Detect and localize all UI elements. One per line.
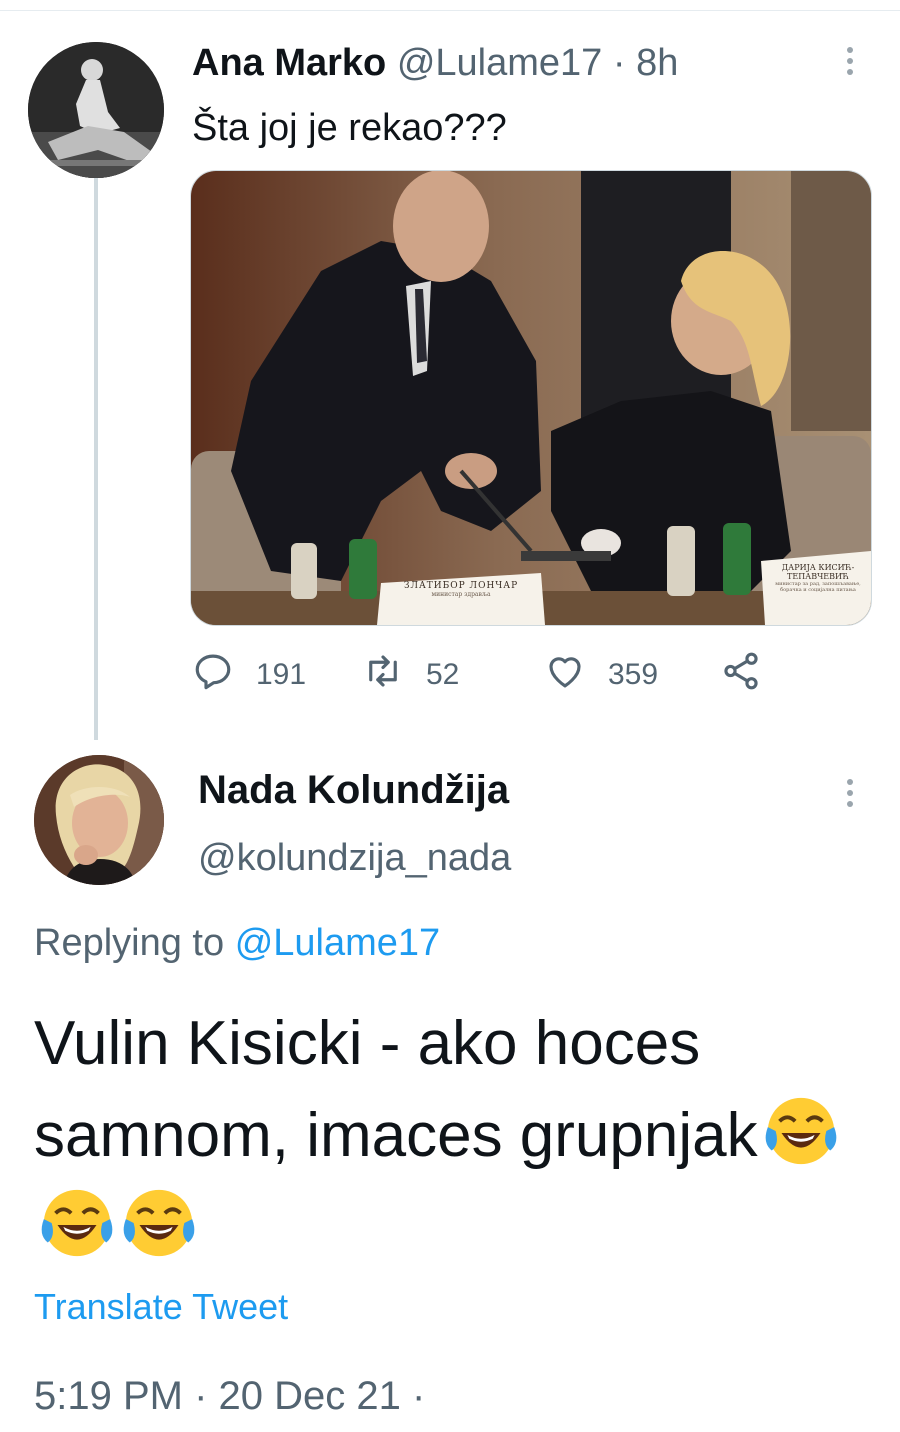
placard-right-name-2: ТЕПАВЧЕВИЋ xyxy=(787,572,849,581)
reply-count: 191 xyxy=(256,658,307,691)
replying-prefix: Replying to xyxy=(34,922,225,964)
share-icon xyxy=(720,650,762,700)
tweet1-time[interactable]: 8h xyxy=(636,42,678,84)
retweet-icon xyxy=(362,650,404,700)
placard-left-name: ЗЛАТИБОР ЛОНЧАР xyxy=(403,581,519,591)
tweet2-timestamp[interactable]: 5:19 PM · 20 Dec 21 · xyxy=(34,1372,425,1420)
top-divider xyxy=(0,10,900,11)
tweet1-photo[interactable]: ЗЛАТИБОР ЛОНЧАР министар здравља ДАРИЈА … xyxy=(190,170,872,626)
replying-to: Replying to @Lulame17 xyxy=(34,918,440,968)
placard-right-title-2: борачка и социјална питања xyxy=(780,587,856,593)
tweet1-header: Ana Marko @Lulame17 · 8h xyxy=(192,40,678,86)
share-button[interactable] xyxy=(720,650,762,700)
tweet2-text-block: Vulin Kisicki - ako hoces samnom, imaces… xyxy=(34,998,874,1274)
tweet1-separator: · xyxy=(612,42,626,84)
retweet-button[interactable]: 52 xyxy=(362,650,459,700)
tweet2-text: Vulin Kisicki - ako hoces samnom, imaces… xyxy=(34,1009,758,1170)
avatar-ana-marko[interactable] xyxy=(28,42,164,178)
tweet1-author-name[interactable]: Ana Marko xyxy=(192,42,386,84)
retweet-count: 52 xyxy=(426,658,460,691)
translate-tweet-link[interactable]: Translate Tweet xyxy=(34,1284,288,1330)
avatar-nada-kolundzija[interactable] xyxy=(34,755,164,885)
like-count: 359 xyxy=(608,658,659,691)
thread-connector xyxy=(94,178,98,740)
like-icon xyxy=(544,650,586,700)
more-icon[interactable] xyxy=(840,776,860,812)
laughing-emoji-icon xyxy=(38,1184,116,1262)
tweet2-author-handle[interactable]: @kolundzija_nada xyxy=(198,834,511,882)
replying-handle-link[interactable]: @Lulame17 xyxy=(235,922,440,964)
tweet2-author-name[interactable]: Nada Kolundžija xyxy=(198,766,509,814)
more-icon[interactable] xyxy=(840,44,860,80)
laughing-emoji-icon xyxy=(120,1184,198,1262)
reply-button[interactable]: 191 xyxy=(192,650,306,700)
like-button[interactable]: 359 xyxy=(544,650,658,700)
laughing-emoji-icon xyxy=(762,1092,840,1170)
tweet1-text: Šta joj je rekao??? xyxy=(192,107,507,149)
tweet1-author-handle[interactable]: @Lulame17 xyxy=(397,42,602,84)
placard-left-title: министар здравља xyxy=(431,591,491,598)
placard-right-name-1: ДАРИЈА КИСИЋ- xyxy=(781,563,855,572)
reply-icon xyxy=(192,650,234,700)
